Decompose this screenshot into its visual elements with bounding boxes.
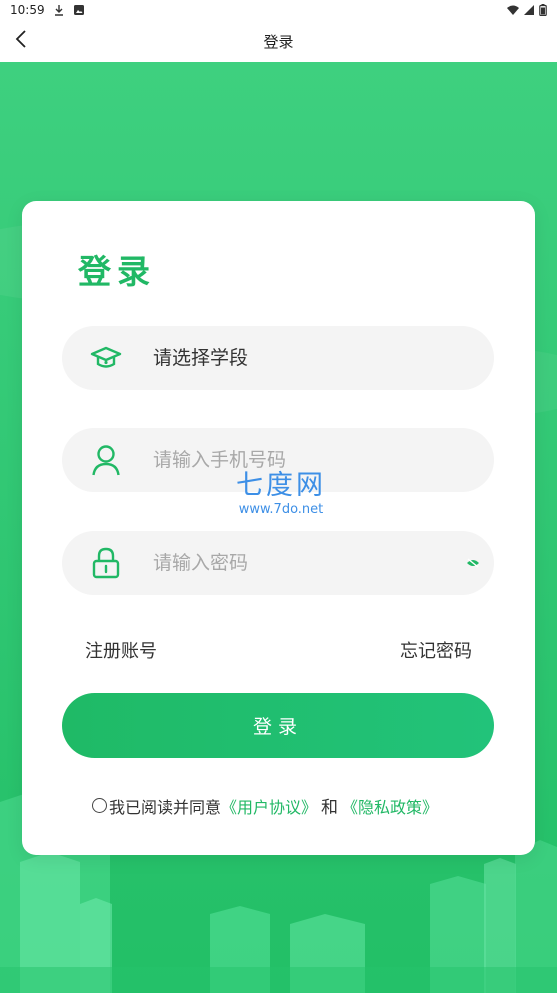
password-input[interactable] bbox=[153, 531, 453, 595]
status-bar: 10:59 bbox=[0, 0, 557, 20]
card-heading: 登录 bbox=[78, 252, 156, 291]
back-button[interactable] bbox=[8, 28, 34, 54]
account-links: 注册账号 忘记密码 bbox=[85, 637, 472, 663]
status-right bbox=[507, 4, 547, 17]
agreement-text: 我已阅读并同意 bbox=[109, 797, 222, 817]
forgot-password-link[interactable]: 忘记密码 bbox=[400, 637, 472, 663]
user-agreement-link[interactable]: 《用户协议》 bbox=[221, 794, 317, 818]
status-left: 10:59 bbox=[10, 3, 85, 17]
page-title: 登录 bbox=[263, 32, 294, 51]
register-link[interactable]: 注册账号 bbox=[85, 637, 157, 663]
chevron-left-icon bbox=[15, 30, 27, 52]
stage-select[interactable]: 请选择学段 bbox=[62, 326, 494, 390]
graduation-cap-icon bbox=[90, 342, 122, 374]
agreement-and: 和 bbox=[321, 798, 339, 818]
download-icon bbox=[53, 4, 65, 16]
status-time: 10:59 bbox=[10, 3, 45, 17]
phone-input[interactable] bbox=[153, 428, 453, 492]
wifi-icon bbox=[507, 4, 519, 16]
agreement-radio[interactable] bbox=[92, 798, 107, 813]
image-icon bbox=[73, 4, 85, 16]
stage-select-label: 请选择学段 bbox=[153, 347, 249, 369]
privacy-policy-link[interactable]: 《隐私政策》 bbox=[342, 794, 438, 818]
user-icon bbox=[90, 444, 122, 476]
login-card: 登录 请选择学段 请输入手机号码 注册账号 忘记密码 登录 我已阅读并同意 《用… bbox=[22, 201, 535, 855]
agreement-row: 我已阅读并同意 《用户协议》 和 《隐私政策》 bbox=[92, 793, 438, 818]
title-bar: 登录 bbox=[0, 20, 557, 62]
login-button[interactable]: 登录 bbox=[62, 693, 494, 758]
signal-icon bbox=[523, 4, 535, 16]
lock-icon bbox=[90, 547, 122, 579]
phone-field bbox=[62, 428, 494, 492]
password-field bbox=[62, 531, 494, 595]
eye-closed-icon[interactable] bbox=[466, 557, 480, 569]
battery-icon bbox=[539, 4, 547, 17]
